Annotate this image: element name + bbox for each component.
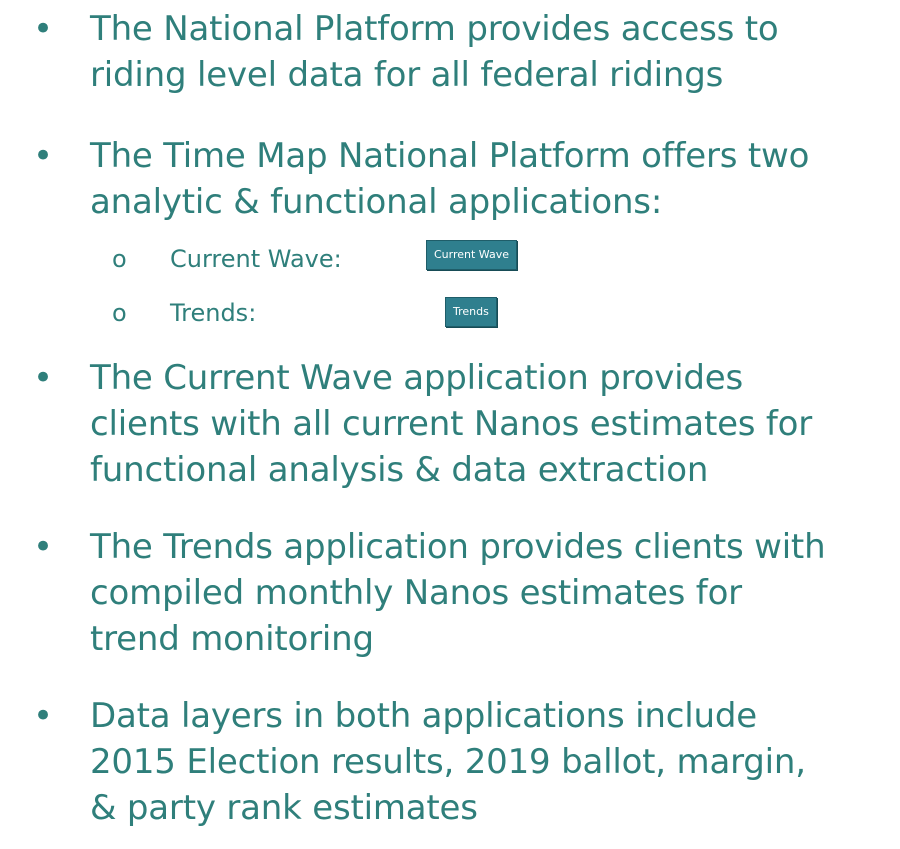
bullet-dot: • — [32, 9, 54, 49]
bullet-4-line-1: The Trends application provides clients … — [90, 527, 826, 567]
bullet-1-text: The National Platform provides access to… — [90, 6, 900, 98]
sub-item-label: Trends: — [170, 299, 257, 327]
bullet-1-line-2: riding level data for all federal riding… — [90, 55, 724, 95]
sub-bullet-mark: o — [112, 299, 127, 327]
bullet-4-line-2: compiled monthly Nanos estimates for — [90, 573, 742, 613]
slide: • The National Platform provides access … — [0, 0, 900, 849]
bullet-dot: • — [32, 136, 54, 176]
bullet-3-line-3: functional analysis & data extraction — [90, 450, 709, 490]
bullet-dot: • — [32, 527, 54, 567]
sub-bullet-mark: o — [112, 245, 127, 273]
bullet-5-line-3: & party rank estimates — [90, 788, 478, 828]
bullet-2-line-1: The Time Map National Platform offers tw… — [90, 136, 810, 176]
bullet-4-text: The Trends application provides clients … — [90, 524, 900, 662]
bullet-5-text: Data layers in both applications include… — [90, 693, 900, 831]
bullet-5-line-2: 2015 Election results, 2019 ballot, marg… — [90, 742, 806, 782]
bullet-2-line-2: analytic & functional applications: — [90, 182, 663, 222]
bullet-3-line-2: clients with all current Nanos estimates… — [90, 404, 813, 444]
sub-item-label: Current Wave: — [170, 245, 342, 273]
trends-button[interactable]: Trends — [445, 297, 497, 327]
current-wave-button[interactable]: Current Wave — [426, 240, 518, 270]
bullet-3-line-1: The Current Wave application provides — [90, 358, 744, 398]
bullet-4-line-3: trend monitoring — [90, 619, 374, 659]
bullet-1-line-1: The National Platform provides access to — [90, 9, 779, 49]
bullet-dot: • — [32, 358, 54, 398]
bullet-2-text: The Time Map National Platform offers tw… — [90, 133, 900, 225]
bullet-3-text: The Current Wave application provides cl… — [90, 355, 900, 493]
bullet-5-line-1: Data layers in both applications include — [90, 696, 757, 736]
bullet-dot: • — [32, 696, 54, 736]
